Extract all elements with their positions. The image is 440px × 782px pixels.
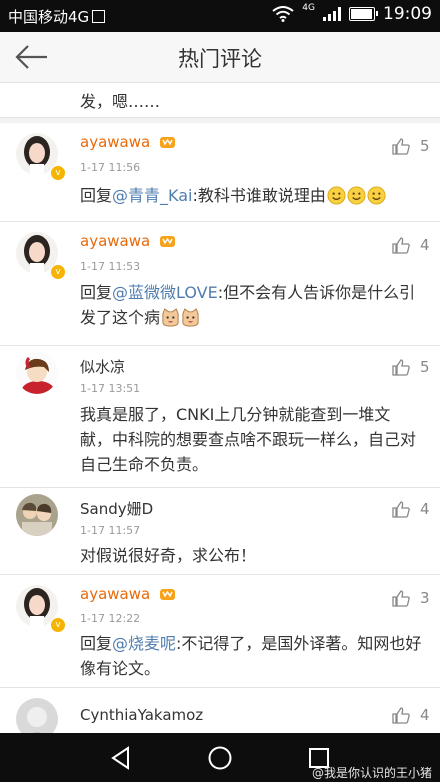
vip-crown-icon — [159, 236, 175, 247]
battery-icon — [349, 7, 378, 21]
like-count: 4 — [420, 236, 430, 254]
watermark: @我是你认识的王小猪 — [311, 766, 432, 780]
thumbs-up-icon — [392, 589, 410, 607]
like-button[interactable]: 4 — [392, 706, 430, 724]
comment-item: v ayawawa 1-17 11:53 4 回复@蓝微微LOVE:但不会有人告… — [0, 222, 440, 346]
mention-link[interactable]: @烧麦呢 — [112, 634, 176, 653]
thumbs-up-icon — [392, 358, 410, 376]
signal-icon — [323, 7, 341, 21]
like-count: 4 — [420, 706, 430, 724]
comment-time: 1-17 13:51 — [80, 382, 141, 395]
comment-time: 1-17 11:56 — [80, 161, 141, 174]
comment-text: 回复@烧麦呢:不记得了，是国外译著。知网也好像有论文。 — [80, 634, 422, 678]
like-count: 5 — [420, 358, 430, 376]
comment-time: 1-17 11:53 — [80, 260, 141, 273]
comment-time: 1-17 11:57 — [80, 524, 141, 537]
thumbs-up-icon — [392, 500, 410, 518]
comment-list[interactable]: 发，嗯…… v ayawawa 1-17 11:56 5 回复@青青_Kai:教 — [0, 83, 440, 733]
comment-item: Sandy姗D 1-17 11:57 4 对假说很好奇，求公布！ — [0, 488, 440, 575]
comment-text: 对假说很好奇，求公布！ — [80, 546, 257, 565]
comment-text: 发，嗯…… — [80, 92, 161, 111]
smile-emoji — [347, 186, 366, 205]
verified-badge: v — [50, 617, 66, 633]
like-count: 3 — [420, 589, 430, 607]
comment-item: v ayawawa 1-17 11:56 5 回复@青青_Kai:教科书谁敢说理… — [0, 123, 440, 222]
smile-emoji — [327, 186, 346, 205]
like-count: 5 — [420, 137, 430, 155]
home-circle-icon[interactable] — [207, 745, 233, 771]
like-button[interactable]: 5 — [392, 137, 430, 155]
avatar[interactable] — [16, 352, 58, 394]
comment-time: 1-17 12:22 — [80, 612, 141, 625]
username[interactable]: ayawawa — [80, 232, 176, 250]
comment-item: CynthiaYakamoz 4 — [0, 688, 440, 733]
screenshot-icon — [92, 10, 106, 23]
verified-badge: v — [50, 165, 66, 181]
title-bar: 热门评论 — [0, 32, 440, 83]
mention-link[interactable]: @蓝微微LOVE — [112, 283, 218, 302]
username[interactable]: Sandy姗D — [80, 498, 153, 519]
username[interactable]: ayawawa — [80, 133, 176, 151]
comment-item: 发，嗯…… — [0, 83, 440, 118]
carrier-label: 中国移动4G — [8, 6, 106, 27]
avatar[interactable] — [16, 698, 58, 733]
back-triangle-icon[interactable] — [108, 745, 134, 771]
cat-emoji — [162, 308, 179, 327]
like-count: 4 — [420, 500, 430, 518]
username[interactable]: 似水凉 — [80, 356, 125, 377]
thumbs-up-icon — [392, 137, 410, 155]
like-button[interactable]: 4 — [392, 500, 430, 518]
vip-crown-icon — [159, 589, 175, 600]
network-type: 4G — [302, 3, 315, 13]
system-nav-bar: @我是你认识的王小猪 — [0, 733, 440, 782]
mention-link[interactable]: @青青_Kai — [112, 186, 192, 205]
like-button[interactable]: 3 — [392, 589, 430, 607]
page-title: 热门评论 — [178, 47, 262, 71]
comment-item: v ayawawa 1-17 12:22 3 回复@烧麦呢:不记得了，是国外译著… — [0, 575, 440, 688]
status-bar: 中国移动4G 4G 19:09 — [0, 0, 440, 32]
like-button[interactable]: 4 — [392, 236, 430, 254]
username[interactable]: CynthiaYakamoz — [80, 706, 203, 724]
thumbs-up-icon — [392, 236, 410, 254]
clock: 19:09 — [383, 4, 432, 24]
cat-emoji — [182, 308, 199, 327]
comment-text: 回复@青青_Kai:教科书谁敢说理由 — [80, 183, 422, 208]
comment-text: 回复@蓝微微LOVE:但不会有人告诉你是什么引发了这个病 — [80, 283, 416, 327]
verified-badge: v — [50, 264, 66, 280]
thumbs-up-icon — [392, 706, 410, 724]
vip-crown-icon — [159, 137, 175, 148]
like-button[interactable]: 5 — [392, 358, 430, 376]
smile-emoji — [367, 186, 386, 205]
username[interactable]: ayawawa — [80, 585, 176, 603]
avatar[interactable] — [16, 494, 58, 536]
comment-text: 我真是服了，CNKI上几分钟就能查到一堆文献，中科院的想要查点啥不跟玩一样么，自… — [80, 405, 417, 474]
wifi-icon — [272, 6, 294, 22]
comment-item: 似水凉 1-17 13:51 5 我真是服了，CNKI上几分钟就能查到一堆文献，… — [0, 346, 440, 488]
